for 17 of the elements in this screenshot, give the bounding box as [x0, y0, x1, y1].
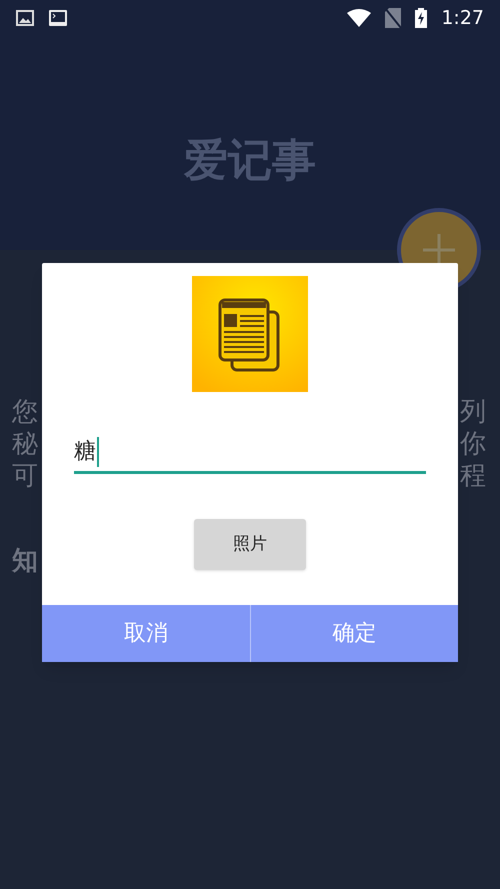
body-text: 你: [460, 428, 487, 460]
body-text: 您: [12, 396, 39, 428]
section-heading: 知: [12, 545, 39, 578]
image-icon: [16, 10, 34, 26]
body-text: 程: [460, 460, 487, 492]
text-cursor: [97, 436, 99, 466]
body-text: 可: [12, 460, 39, 492]
notes-app-icon: [192, 276, 308, 392]
no-sim-icon: [385, 8, 402, 28]
battery-charging-icon: [415, 8, 428, 28]
clock-time: 1:27: [441, 6, 484, 31]
body-text: 列: [460, 396, 487, 428]
wifi-icon: [347, 9, 372, 27]
body-text: 秘: [12, 428, 39, 460]
input-field[interactable]: 糖: [74, 432, 426, 474]
photo-button[interactable]: 照片: [194, 519, 306, 570]
terminal-icon: [48, 9, 68, 27]
